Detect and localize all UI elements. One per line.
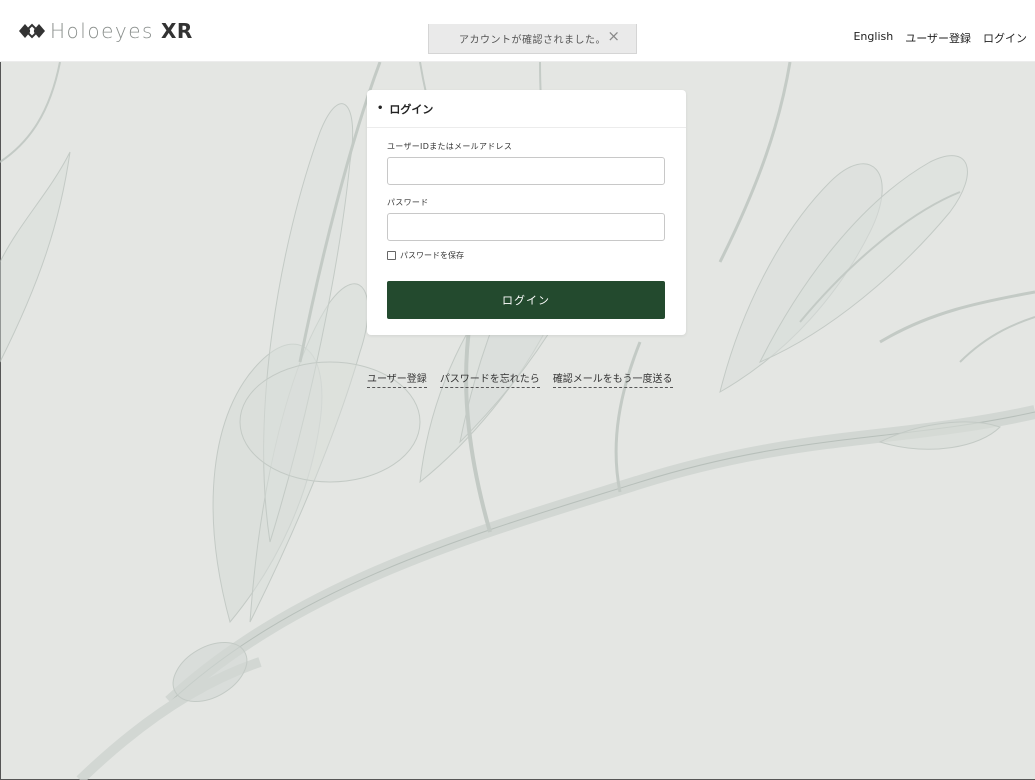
login-card-header: • ログイン xyxy=(367,90,686,128)
login-button[interactable]: ログイン xyxy=(387,281,665,319)
login-title: ログイン xyxy=(389,102,434,116)
close-icon[interactable]: × xyxy=(607,27,620,45)
toast-message: アカウントが確認されました。 xyxy=(459,35,606,46)
brand-logo[interactable]: Holoeyes XR xyxy=(17,18,193,44)
logo-text: Holoeyes xyxy=(50,19,154,43)
nav-login-link[interactable]: ログイン xyxy=(983,30,1027,46)
nav-english-link[interactable]: English xyxy=(853,30,893,46)
resend-confirmation-link[interactable]: 確認メールをもう一度送る xyxy=(552,370,673,388)
checkbox-icon[interactable] xyxy=(387,251,396,260)
password-input[interactable] xyxy=(387,213,665,241)
holoeyes-logo-icon xyxy=(19,23,45,39)
register-link[interactable]: ユーザー登録 xyxy=(367,370,427,388)
login-card: • ログイン ユーザーIDまたはメールアドレス パスワード パスワードを保存 ロ… xyxy=(367,90,686,335)
user-id-label: ユーザーIDまたはメールアドレス xyxy=(387,142,513,151)
user-id-input[interactable] xyxy=(387,157,665,185)
notification-toast: アカウントが確認されました。 × xyxy=(428,24,637,54)
remember-password-label: パスワードを保存 xyxy=(400,251,464,260)
bullet-icon: • xyxy=(377,103,384,114)
logo-suffix: XR xyxy=(160,19,193,43)
remember-password-checkbox[interactable]: パスワードを保存 xyxy=(387,250,464,261)
forgot-password-link[interactable]: パスワードを忘れたら xyxy=(439,370,540,388)
nav-register-link[interactable]: ユーザー登録 xyxy=(905,30,971,46)
password-label: パスワード xyxy=(387,198,429,207)
header-nav: English ユーザー登録 ログイン xyxy=(853,30,1027,46)
auth-links: ユーザー登録 パスワードを忘れたら 確認メールをもう一度送る xyxy=(367,370,673,388)
